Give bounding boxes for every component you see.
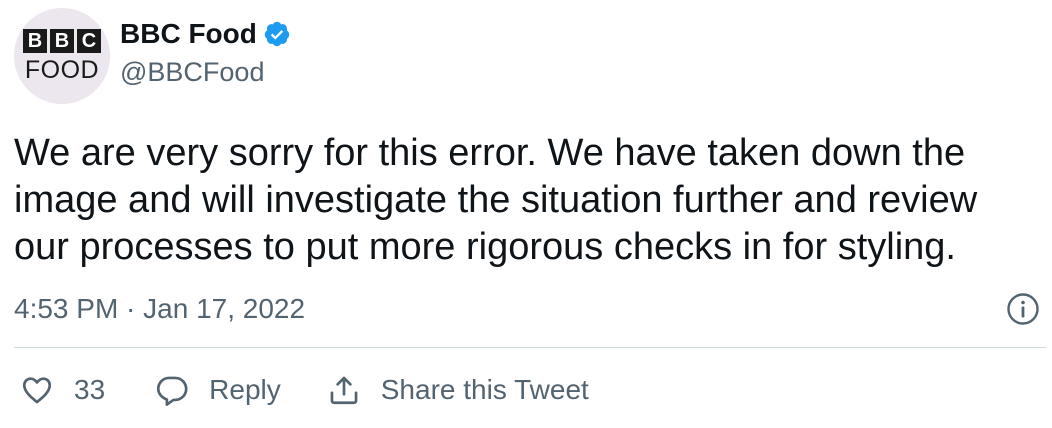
like-count: 33 — [74, 374, 106, 405]
logo-letter-c: C — [77, 29, 101, 53]
verified-badge-icon — [264, 21, 290, 47]
tweet-header: B B C FOOD BBC Food @BBCFood — [14, 8, 291, 104]
display-name[interactable]: BBC Food — [120, 17, 257, 51]
logo-food-word: FOOD — [24, 56, 100, 84]
user-handle[interactable]: @BBCFood — [120, 55, 291, 89]
reply-button[interactable]: Reply — [155, 373, 281, 407]
share-icon — [330, 376, 358, 405]
like-button[interactable]: 33 — [20, 373, 105, 407]
logo-letter-b1: B — [23, 29, 47, 53]
tweet-text: We are very sorry for this error. We hav… — [14, 132, 978, 268]
tweet-timestamp[interactable]: 4:53 PM · Jan 17, 2022 — [14, 293, 305, 324]
info-icon[interactable] — [1006, 292, 1040, 326]
reply-bubble-icon — [157, 376, 188, 406]
reply-label: Reply — [209, 374, 281, 405]
tweet-actions: 33 Reply Share this Tweet — [20, 372, 589, 408]
share-tweet-button[interactable]: Share this Tweet — [327, 373, 589, 407]
divider — [14, 347, 1046, 348]
avatar[interactable]: B B C FOOD — [14, 8, 110, 104]
bbc-logo-blocks: B B C — [23, 29, 101, 53]
tweet-meta: 4:53 PM · Jan 17, 2022 — [14, 292, 1040, 326]
heart-icon — [22, 377, 52, 404]
display-name-row[interactable]: BBC Food — [120, 17, 291, 51]
logo-letter-b2: B — [50, 29, 74, 53]
author-names: BBC Food @BBCFood — [120, 17, 291, 89]
share-label: Share this Tweet — [380, 374, 589, 405]
